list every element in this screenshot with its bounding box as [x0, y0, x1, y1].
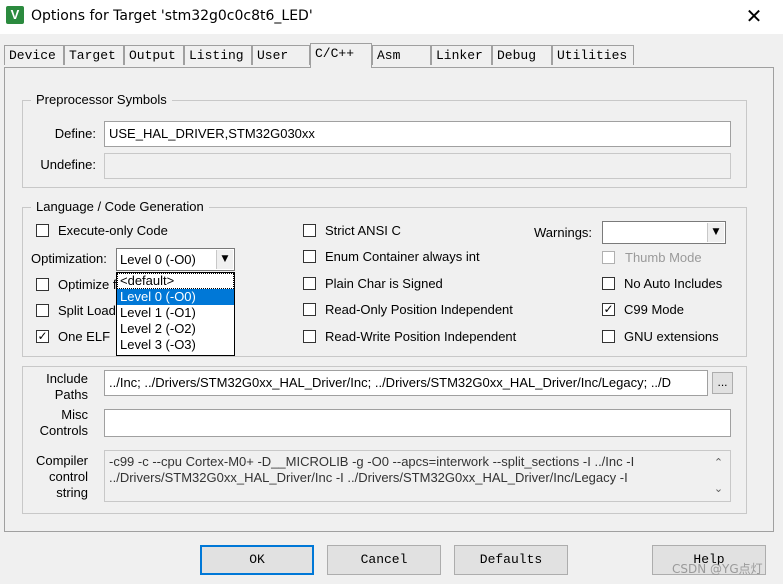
chevron-down-icon[interactable]: ▼	[216, 250, 233, 269]
warnings-combo[interactable]: ▼	[602, 221, 726, 244]
no-auto-includes-label: No Auto Includes	[624, 276, 723, 291]
optimization-option-o0[interactable]: Level 0 (-O0)	[117, 289, 234, 305]
language-group-title: Language / Code Generation	[31, 199, 209, 214]
rw-pi-checkbox[interactable]	[303, 330, 316, 343]
define-input[interactable]: USE_HAL_DRIVER,STM32G030xx	[104, 121, 731, 147]
split-load-label: Split Load	[58, 303, 116, 318]
defaults-button[interactable]: Defaults	[454, 545, 568, 575]
compiler-control-label-line1: Compiler	[35, 453, 88, 468]
ro-pi-checkbox[interactable]	[303, 303, 316, 316]
thumb-mode-label: Thumb Mode	[625, 250, 702, 265]
undefine-input[interactable]	[104, 153, 731, 179]
compiler-control-label-line3: string	[56, 485, 88, 500]
tab-asm[interactable]: Asm	[372, 45, 431, 65]
optimization-dropdown-list: <default> Level 0 (-O0) Level 1 (-O1) Le…	[116, 272, 235, 356]
window-title: Options for Target 'stm32g0c0c8t6_LED'	[31, 8, 313, 24]
misc-controls-label-line2: Controls	[39, 423, 88, 438]
optimization-label: Optimization:	[31, 251, 107, 266]
strict-ansi-label: Strict ANSI C	[325, 223, 401, 238]
one-elf-checkbox[interactable]: ✓	[36, 330, 49, 343]
optimization-option-default[interactable]: <default>	[117, 273, 234, 289]
title-bar: V Options for Target 'stm32g0c0c8t6_LED'…	[0, 0, 783, 34]
include-paths-label-line2: Paths	[54, 387, 88, 402]
strict-ansi-checkbox[interactable]	[303, 224, 316, 237]
include-paths-browse-button[interactable]: ...	[712, 372, 733, 394]
compiler-control-line1: -c99 -c --cpu Cortex-M0+ -D__MICROLIB -g…	[109, 454, 635, 469]
warnings-label: Warnings:	[534, 225, 593, 240]
thumb-mode-checkbox[interactable]	[602, 251, 615, 264]
tab-c-cpp[interactable]: C/C++	[310, 43, 372, 68]
one-elf-label: One ELF	[58, 329, 111, 344]
enum-container-label: Enum Container always int	[325, 249, 480, 264]
close-icon[interactable]: ✕	[742, 4, 766, 28]
chevron-down-icon[interactable]: ▼	[707, 223, 724, 242]
no-auto-includes-checkbox[interactable]	[602, 277, 615, 290]
include-paths-input[interactable]: ../Inc; ../Drivers/STM32G0xx_HAL_Driver/…	[104, 370, 708, 396]
cancel-button[interactable]: Cancel	[327, 545, 441, 575]
tab-user[interactable]: User	[252, 45, 310, 65]
split-load-checkbox[interactable]	[36, 304, 49, 317]
preprocessor-group-title: Preprocessor Symbols	[31, 92, 172, 107]
undefine-label: Undefine:	[40, 157, 96, 172]
c99-mode-checkbox[interactable]: ✓	[602, 303, 615, 316]
tab-debug[interactable]: Debug	[492, 45, 552, 65]
optimization-combo[interactable]: Level 0 (-O0) ▼	[116, 248, 235, 271]
enum-container-checkbox[interactable]	[303, 250, 316, 263]
rw-pi-label: Read-Write Position Independent	[325, 329, 517, 344]
compiler-control-scrollbar[interactable]: ⌃ ⌄	[710, 452, 727, 500]
keil-app-icon: V	[6, 6, 24, 24]
optimization-option-o3[interactable]: Level 3 (-O3)	[117, 337, 234, 353]
tab-target[interactable]: Target	[64, 45, 124, 65]
tab-output[interactable]: Output	[124, 45, 184, 65]
plain-char-label: Plain Char is Signed	[325, 276, 443, 291]
tab-device[interactable]: Device	[4, 45, 64, 65]
execute-only-label: Execute-only Code	[58, 223, 168, 238]
gnu-extensions-label: GNU extensions	[624, 329, 719, 344]
include-paths-label-line1: Include	[46, 371, 88, 386]
compiler-control-label: Compiler control string	[30, 453, 88, 501]
tab-utilities[interactable]: Utilities	[552, 45, 634, 65]
define-label: Define:	[54, 126, 96, 141]
misc-controls-input[interactable]	[104, 409, 731, 437]
ro-pi-label: Read-Only Position Independent	[325, 302, 513, 317]
compiler-control-line2: ../Drivers/STM32G0xx_HAL_Driver/Inc -I .…	[109, 470, 628, 485]
include-paths-label: Include Paths	[30, 371, 88, 403]
scroll-up-icon[interactable]: ⌃	[710, 454, 727, 471]
scroll-down-icon[interactable]: ⌄	[710, 480, 727, 497]
optimize-for-time-label: Optimize f	[58, 277, 117, 292]
compiler-control-label-line2: control	[48, 469, 88, 484]
c99-mode-label: C99 Mode	[624, 302, 684, 317]
misc-controls-label: Misc Controls	[30, 407, 88, 439]
optimization-option-o2[interactable]: Level 2 (-O2)	[117, 321, 234, 337]
optimization-value: Level 0 (-O0)	[120, 252, 196, 267]
optimize-for-time-checkbox[interactable]	[36, 278, 49, 291]
gnu-extensions-checkbox[interactable]	[602, 330, 615, 343]
tab-listing[interactable]: Listing	[184, 45, 252, 65]
ok-button[interactable]: OK	[200, 545, 314, 575]
tab-linker[interactable]: Linker	[431, 45, 492, 65]
optimization-option-o1[interactable]: Level 1 (-O1)	[117, 305, 234, 321]
plain-char-checkbox[interactable]	[303, 277, 316, 290]
compiler-control-textarea[interactable]: -c99 -c --cpu Cortex-M0+ -D__MICROLIB -g…	[104, 450, 731, 502]
csdn-watermark: CSDN @YG点灯	[672, 562, 763, 576]
misc-controls-label-line1: Misc	[61, 407, 88, 422]
execute-only-checkbox[interactable]	[36, 224, 49, 237]
